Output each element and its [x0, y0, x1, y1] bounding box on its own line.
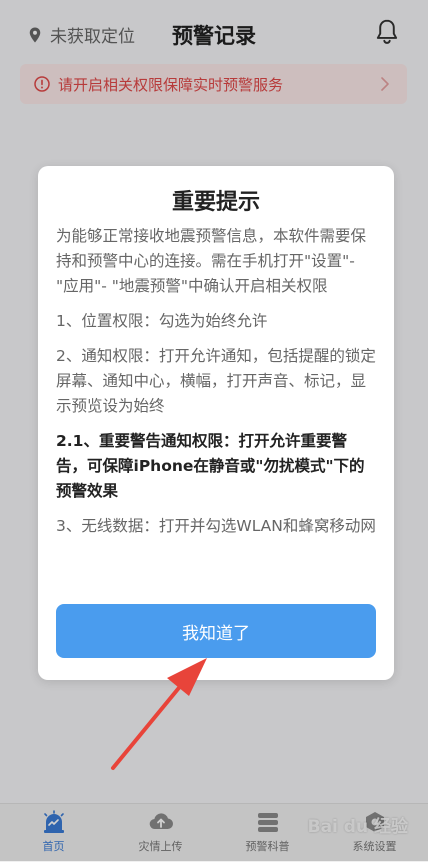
- important-notice-dialog: 重要提示 为能够正常接收地震预警信息，本软件需要保持和预警中心的连接。需在手机打…: [38, 166, 394, 680]
- dialog-title: 重要提示: [171, 190, 260, 215]
- dialog-paragraph: 2、通知权限：打开允许通知，包括提醒的锁定屏幕、通知中心，横幅，打开声音、标记，…: [56, 347, 376, 415]
- confirm-button[interactable]: 我知道了: [56, 604, 376, 658]
- dialog-paragraph: 3、无线数据：打开并勾选WLAN和蜂窝移动网: [56, 517, 376, 535]
- dialog-paragraph: 为能够正常接收地震预警信息，本软件需要保持和预警中心的连接。需在手机打开"设置"…: [56, 227, 367, 295]
- annotation-arrow-icon: [111, 658, 207, 770]
- dialog-paragraph: 2.1、重要警告通知权限：打开允许重要警告，可保障iPhone在静音或"勿扰模式…: [56, 432, 365, 500]
- dialog-paragraph: 1、位置权限：勾选为始终允许: [56, 312, 268, 330]
- dialog-body: 为能够正常接收地震预警信息，本软件需要保持和预警中心的连接。需在手机打开"设置"…: [56, 224, 376, 549]
